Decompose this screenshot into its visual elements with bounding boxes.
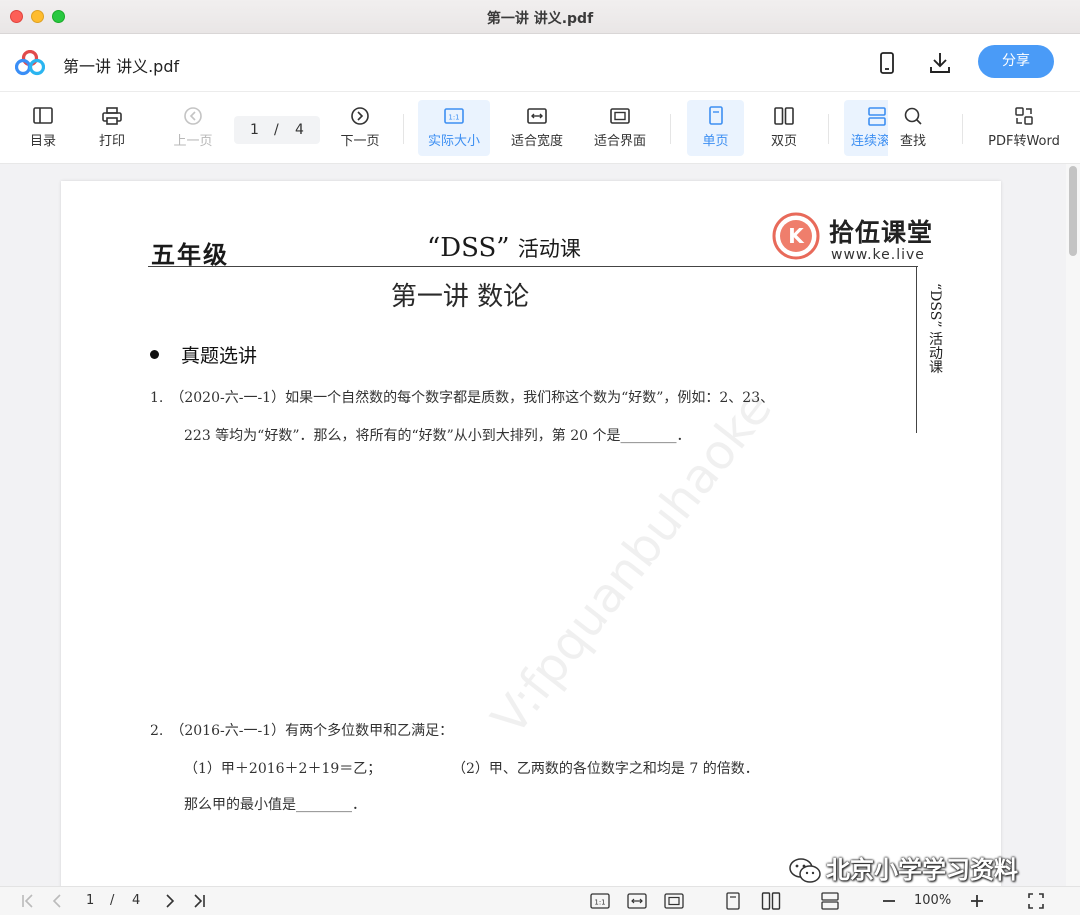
continuous-scroll-label: 连续滚 [851,134,888,149]
double-page-label: 双页 [770,134,797,149]
prev-page-icon[interactable] [50,892,64,910]
bottom-total-pages: 4 [132,893,141,908]
actual-size-label: 实际大小 [427,134,480,149]
fit-page-label: 适合界面 [593,134,646,149]
lesson-title: 第一讲 数论 [390,282,530,312]
find-label: 查找 [899,134,926,149]
zoom-in-icon[interactable] [968,892,986,910]
header-rule [148,266,918,267]
fit-width-icon [527,108,547,124]
print-button[interactable]: 打印 [87,100,137,156]
page-number-input[interactable]: 1 / 4 [234,116,320,144]
svg-text:K: K [788,224,805,248]
find-button[interactable]: 查找 [888,100,938,156]
actual-size-icon: 1:1 [444,108,464,124]
double-page-button[interactable]: 双页 [758,100,810,156]
question-1-line-1: 1. （2020-六-一-1）如果一个自然数的每个数字都是质数，我们称这个数为“… [150,390,775,406]
toolbar-divider [670,114,671,144]
single-page-small-icon[interactable] [724,892,742,910]
sidebar-icon [33,107,53,124]
phone-icon[interactable] [874,50,900,76]
double-page-icon [774,107,794,125]
bullet-icon [150,350,159,359]
question-1-line-2: 223 等均为“好数”．那么，将所有的“好数”从小到大排列，第 20 个是___… [184,428,691,444]
window-titlebar: 第一讲 讲义.pdf [0,0,1080,34]
scrollbar-thumb[interactable] [1069,166,1077,256]
app-header: 第一讲 讲义.pdf 分享 [0,34,1080,92]
course-suffix: 活动课 [517,237,581,261]
current-page: 1 [250,122,259,138]
actual-size-button[interactable]: 1:1 实际大小 [418,100,490,156]
cloud-logo-icon [15,50,45,76]
fit-page-small-icon[interactable] [664,892,684,910]
single-page-button[interactable]: 单页 [687,100,744,156]
pdf-to-word-button[interactable]: PDF转Word [982,100,1066,156]
chevron-left-circle-icon [184,107,202,125]
window-title: 第一讲 讲义.pdf [486,11,594,27]
share-button[interactable]: 分享 [978,45,1054,78]
next-page-button[interactable]: 下一页 [333,100,387,156]
wechat-watermark: 北京小学学习资料 [788,850,1018,884]
pdf-to-word-label: PDF转Word [988,134,1060,149]
fit-width-label: 适合宽度 [510,134,563,149]
fit-page-icon [610,108,630,124]
svg-text:1:1: 1:1 [448,114,459,122]
brand-name: 拾伍课堂 [829,218,934,247]
bottom-page-separator: / [110,893,115,908]
fit-page-button[interactable]: 适合界面 [586,100,654,156]
first-page-icon[interactable] [20,892,36,910]
grade-heading: 五年级 [151,240,229,269]
print-label: 打印 [98,134,125,149]
section-heading: 真题选讲 [150,341,257,368]
single-page-label: 单页 [702,134,729,149]
zoom-level[interactable]: 100% [914,893,951,911]
course-name: “DSS” [427,233,510,263]
continuous-scroll-small-icon[interactable] [820,892,840,910]
brand-logo-icon: K [772,212,820,260]
status-bar: 1 / 4 1:1 100% [0,886,1080,915]
course-heading: “DSS” 活动课 [427,233,581,263]
prev-page-button[interactable]: 上一页 [166,100,220,156]
single-page-icon [708,106,723,125]
next-page-icon[interactable] [163,892,177,910]
search-icon [904,107,922,125]
total-pages: 4 [295,122,304,138]
next-page-label: 下一页 [340,134,380,149]
toc-button[interactable]: 目录 [18,100,68,156]
question-2-line-1: 2. （2016-六-一-1）有两个多位数甲和乙满足： [150,723,454,739]
wechat-watermark-text: 北京小学学习资料 [826,856,1018,884]
wechat-icon [789,858,821,883]
convert-icon [1015,107,1033,125]
prev-page-label: 上一页 [173,134,213,149]
svg-text:1:1: 1:1 [594,899,605,907]
fullscreen-icon[interactable] [1027,892,1045,910]
continuous-scroll-icon [868,107,886,126]
document-viewer[interactable]: 五年级 “DSS” 活动课 K 拾伍课堂 www.ke.live “DSS” 活… [0,164,1080,886]
double-page-small-icon[interactable] [761,892,781,910]
fit-width-button[interactable]: 适合宽度 [503,100,571,156]
page-separator: / [274,122,279,138]
question-2-condition-2: （2）甲、乙两数的各位数字之和均是 7 的倍数． [452,761,759,777]
brand-url: www.ke.live [831,247,925,263]
continuous-scroll-button[interactable]: 连续滚 [844,100,888,156]
question-2-line-3: 那么甲的最小值是________． [184,797,366,813]
bottom-current-page[interactable]: 1 [86,893,94,911]
zoom-out-icon[interactable] [880,892,898,910]
question-2-condition-1: （1）甲＋2016＋2＋19＝乙； [184,761,382,777]
last-page-icon[interactable] [191,892,207,910]
actual-size-small-icon[interactable]: 1:1 [590,892,610,910]
toolbar-divider [403,114,404,144]
section-title: 真题选讲 [181,345,258,367]
fit-width-small-icon[interactable] [627,892,647,910]
toolbar-divider [962,114,963,144]
toolbar-divider [828,114,829,144]
toc-label: 目录 [29,134,56,149]
document-title: 第一讲 讲义.pdf [63,57,180,76]
vertical-scrollbar[interactable] [1066,164,1080,886]
pdf-page: 五年级 “DSS” 活动课 K 拾伍课堂 www.ke.live “DSS” 活… [61,181,1001,886]
toolbar: 目录 打印 上一页 1 / 4 下一页 1:1 实际大小 适合宽度 适合界面 单… [0,92,1080,164]
chevron-right-circle-icon [351,107,369,125]
printer-icon [102,107,122,125]
download-icon[interactable] [927,50,953,76]
